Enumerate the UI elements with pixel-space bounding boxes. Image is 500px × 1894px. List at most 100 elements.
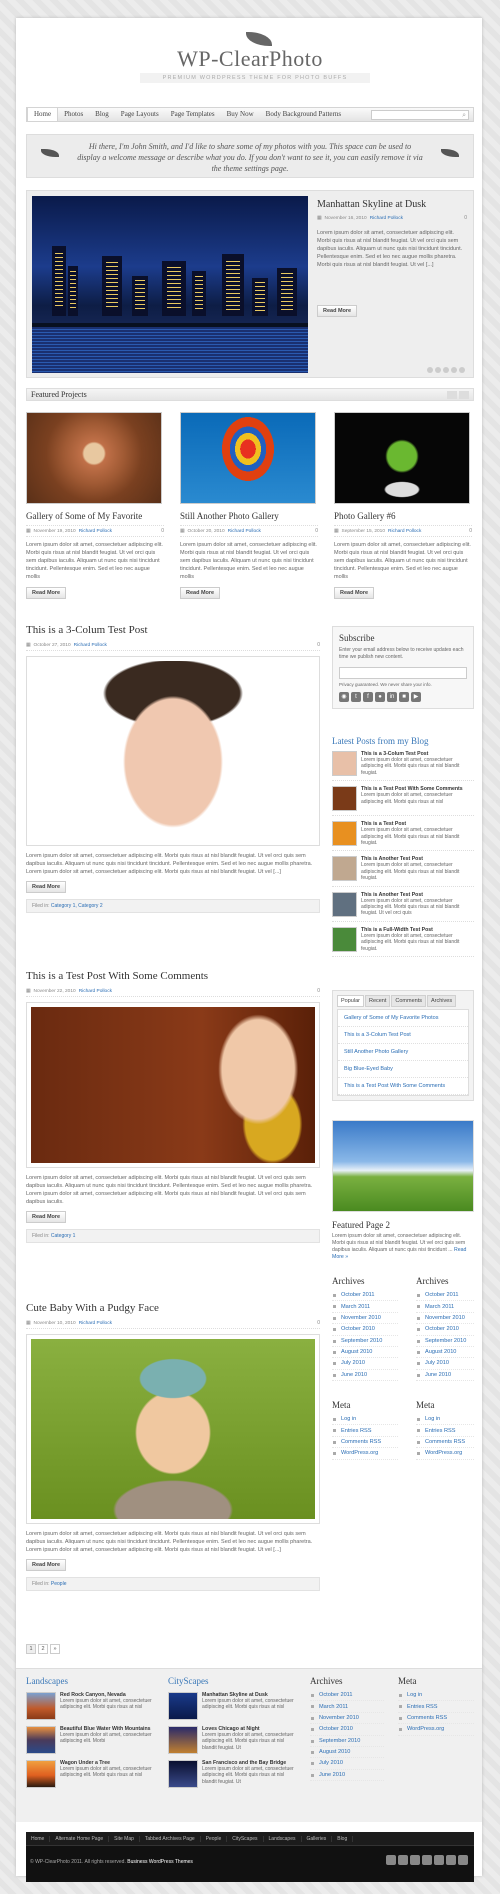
slider-dot[interactable] xyxy=(443,367,449,373)
read-more-button[interactable]: Read More xyxy=(26,1559,67,1571)
footer-nav-people[interactable]: People xyxy=(201,1835,228,1842)
card-title[interactable]: Gallery of Some of My Favorite xyxy=(26,511,164,521)
footer-nav-alternate-home[interactable]: Alternate Home Page xyxy=(50,1835,110,1842)
youtube-icon[interactable] xyxy=(458,1855,468,1865)
facebook-icon[interactable] xyxy=(410,1855,420,1865)
slider-read-more-button[interactable]: Read More xyxy=(317,305,358,317)
footer-nav-tabbed-archives[interactable]: Tabbed Archives Page xyxy=(140,1835,201,1842)
tab-recent[interactable]: Recent xyxy=(364,995,391,1007)
delicious-icon[interactable] xyxy=(446,1855,456,1865)
popular-post-link[interactable]: Still Another Photo Gallery xyxy=(338,1044,468,1061)
featured-image-hands[interactable] xyxy=(26,412,162,504)
tab-archives[interactable]: Archives xyxy=(427,995,457,1007)
archive-link[interactable]: October 2011 xyxy=(332,1290,398,1302)
nav-item-blog[interactable]: Blog xyxy=(89,108,115,121)
comment-count[interactable]: 0 xyxy=(469,528,472,534)
archive-link[interactable]: July 2010 xyxy=(332,1358,398,1370)
post-author[interactable]: Richard Pollock xyxy=(79,989,112,994)
featured-image-balloon[interactable] xyxy=(180,412,316,504)
footer-nav-home[interactable]: Home xyxy=(26,1835,51,1842)
archive-link[interactable]: November 2010 xyxy=(332,1313,398,1325)
page-2-link[interactable]: 2 xyxy=(38,1644,48,1654)
post-image-chocolate[interactable] xyxy=(26,1002,320,1168)
tab-comments[interactable]: Comments xyxy=(391,995,426,1007)
meta-link[interactable]: Comments RSS xyxy=(398,1713,474,1725)
search-icon[interactable]: ⌕ xyxy=(462,111,466,120)
post-image-face[interactable] xyxy=(26,656,320,846)
linkedin-icon[interactable]: in xyxy=(387,692,397,702)
archive-link[interactable]: July 2010 xyxy=(416,1358,474,1370)
footer-nav-blog[interactable]: Blog xyxy=(332,1835,354,1842)
latest-post-title[interactable]: This is a Full-Width Test Post xyxy=(361,927,433,933)
archive-link[interactable]: October 2010 xyxy=(416,1324,474,1336)
card-author[interactable]: Richard Pollock xyxy=(228,529,261,534)
meta-link[interactable]: WordPress.org xyxy=(416,1448,474,1460)
archive-link[interactable]: October 2011 xyxy=(310,1690,384,1702)
rss-icon[interactable] xyxy=(386,1855,396,1865)
featured-page-image[interactable] xyxy=(332,1120,474,1212)
category-link[interactable]: Category 1 xyxy=(51,1233,75,1239)
meta-link[interactable]: Comments RSS xyxy=(416,1437,474,1449)
footer-post-item[interactable]: Manhattan Skyline at Dusk Lorem ipsum dol… xyxy=(168,1692,298,1720)
archive-link[interactable]: June 2010 xyxy=(416,1370,474,1381)
footer-post-item[interactable]: Wagon Under a Tree Lorem ipsum dolor sit … xyxy=(26,1760,156,1788)
archive-link[interactable]: August 2010 xyxy=(416,1347,474,1359)
popular-post-link[interactable]: Big Blue-Eyed Baby xyxy=(338,1061,468,1078)
popular-post-link[interactable]: Gallery of Some of My Favorite Photos xyxy=(338,1010,468,1027)
comment-count[interactable]: 0 xyxy=(315,528,318,534)
meta-link[interactable]: Comments RSS xyxy=(332,1437,398,1449)
archive-link[interactable]: November 2010 xyxy=(310,1713,384,1725)
popular-post-link[interactable]: This is a 3-Colum Test Post xyxy=(338,1027,468,1044)
latest-post-title[interactable]: This is Another Test Post xyxy=(361,892,423,898)
tab-popular[interactable]: Popular xyxy=(337,995,364,1007)
latest-post-item[interactable]: This is Another Test Post Lorem ipsum dol… xyxy=(332,891,474,922)
footer-nav-site-map[interactable]: Site Map xyxy=(109,1835,140,1842)
slider-dot[interactable] xyxy=(459,367,465,373)
card-title[interactable]: Photo Gallery #6 xyxy=(334,511,472,521)
comment-count[interactable]: 0 xyxy=(317,1320,320,1326)
popular-post-link[interactable]: This is a Test Post With Some Comments xyxy=(338,1078,468,1095)
archive-link[interactable]: October 2010 xyxy=(310,1724,384,1736)
featured-image-plant[interactable] xyxy=(334,412,470,504)
comment-count[interactable]: 0 xyxy=(317,642,320,648)
post-author[interactable]: Richard Pollock xyxy=(74,643,107,648)
meta-link[interactable]: Log in xyxy=(332,1414,398,1426)
meta-link[interactable]: WordPress.org xyxy=(398,1724,474,1736)
read-more-button[interactable]: Read More xyxy=(180,587,221,599)
meta-link[interactable]: WordPress.org xyxy=(332,1448,398,1460)
flickr-icon[interactable]: ● xyxy=(375,692,385,702)
featured-page-title[interactable]: Featured Page 2 xyxy=(332,1220,474,1230)
facebook-icon[interactable]: f xyxy=(363,692,373,702)
post-title[interactable]: Cute Baby With a Pudgy Face xyxy=(26,1302,320,1314)
card-title[interactable]: Still Another Photo Gallery xyxy=(180,511,318,521)
archive-link[interactable]: August 2010 xyxy=(310,1747,384,1759)
archive-link[interactable]: March 2011 xyxy=(332,1301,398,1313)
linkedin-icon[interactable] xyxy=(434,1855,444,1865)
email-field[interactable] xyxy=(339,667,467,679)
read-more-button[interactable]: Read More xyxy=(26,881,67,893)
footer-nav-galleries[interactable]: Galleries xyxy=(302,1835,333,1842)
next-page-link[interactable]: » xyxy=(50,1644,60,1654)
slider-image[interactable] xyxy=(32,196,308,373)
latest-post-item[interactable]: This is a 3-Colum Test Post Lorem ipsum d… xyxy=(332,751,474,782)
archive-link[interactable]: September 2010 xyxy=(310,1736,384,1747)
nav-item-background-patterns[interactable]: Body Background Patterns xyxy=(260,108,347,121)
category-link[interactable]: Category 1, Category 2 xyxy=(51,903,103,909)
nav-item-buy-now[interactable]: Buy Now xyxy=(221,108,260,121)
youtube-icon[interactable]: ▶ xyxy=(411,692,421,702)
read-more-button[interactable]: Read More xyxy=(26,587,67,599)
footer-post-item[interactable]: Red Rock Canyon, Nevada Lorem ipsum dolor… xyxy=(26,1692,156,1720)
card-author[interactable]: Richard Pollock xyxy=(388,529,421,534)
page-1-link[interactable]: 1 xyxy=(26,1644,36,1654)
archive-link[interactable]: March 2011 xyxy=(416,1301,474,1313)
flickr-icon[interactable] xyxy=(422,1855,432,1865)
comment-count[interactable]: 0 xyxy=(464,215,467,221)
comment-count[interactable]: 0 xyxy=(317,988,320,994)
post-image-baby[interactable] xyxy=(26,1334,320,1524)
nav-item-home[interactable]: Home xyxy=(27,108,59,121)
meta-link[interactable]: Entries RSS xyxy=(416,1425,474,1437)
nav-item-page-layouts[interactable]: Page Layouts xyxy=(115,108,165,121)
search-input[interactable]: ⌕ xyxy=(371,110,469,120)
meta-link[interactable]: Entries RSS xyxy=(332,1425,398,1437)
slider-author[interactable]: Richard Pollock xyxy=(370,216,403,221)
